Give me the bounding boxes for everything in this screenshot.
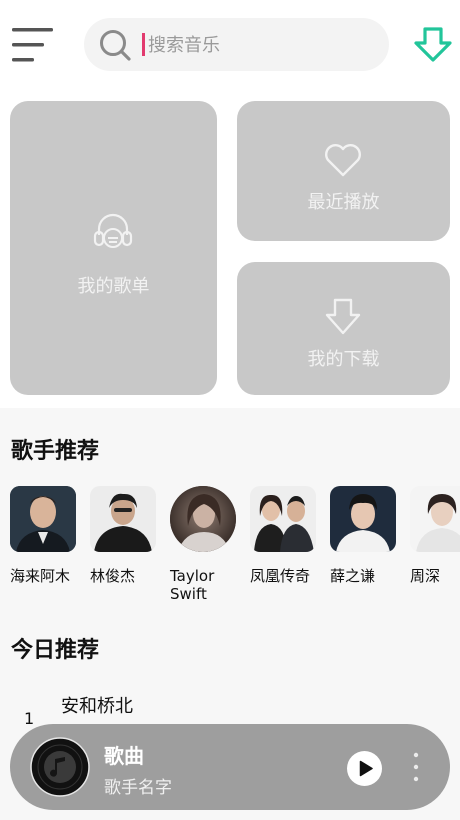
search-icon: [100, 30, 131, 61]
singer-avatar: [250, 486, 316, 552]
singer-name: 林俊杰: [90, 567, 136, 585]
mini-player[interactable]: 歌曲 歌手名字: [10, 724, 450, 810]
song-rank: 1: [24, 709, 35, 728]
search-bar[interactable]: 搜索音乐: [84, 18, 389, 71]
my-playlist-card[interactable]: 我的歌单: [10, 101, 217, 395]
song-title[interactable]: 安和桥北: [61, 692, 133, 718]
menu-icon[interactable]: [12, 28, 54, 62]
singer-avatar: [330, 486, 396, 552]
singer-avatar: [10, 486, 76, 552]
singer-avatar: [170, 486, 236, 552]
singer-item[interactable]: Taylor Swift: [170, 486, 238, 603]
album-disc-icon[interactable]: [30, 737, 90, 797]
singer-avatar: [90, 486, 156, 552]
download-icon[interactable]: [413, 26, 453, 64]
singer-item[interactable]: 周深: [410, 486, 460, 585]
recent-label: 最近播放: [307, 192, 380, 213]
singers-section-title: 歌手推荐: [11, 439, 100, 464]
headphones-icon: [93, 213, 133, 248]
singer-avatar: [410, 486, 460, 552]
player-song-title: 歌曲: [104, 744, 144, 768]
heart-icon: [325, 144, 361, 177]
recent-card[interactable]: 最近播放: [237, 101, 450, 241]
singer-item[interactable]: 凤凰传奇: [250, 486, 318, 585]
text-cursor: [142, 33, 145, 56]
singer-name: 薛之谦: [330, 567, 376, 585]
singer-item[interactable]: 林俊杰: [90, 486, 158, 585]
download-arrow-icon: [325, 298, 361, 335]
singer-name: Taylor Swift: [170, 567, 215, 603]
player-artist-name: 歌手名字: [104, 778, 172, 798]
more-options-icon[interactable]: [408, 751, 424, 783]
downloads-label: 我的下载: [307, 349, 380, 370]
search-placeholder[interactable]: 搜索音乐: [148, 31, 220, 57]
singer-item[interactable]: 海来阿木: [10, 486, 78, 585]
singer-name: 凤凰传奇: [250, 567, 311, 585]
singer-name: 周深: [410, 567, 441, 585]
today-section-title: 今日推荐: [11, 638, 100, 663]
singer-name: 海来阿木: [10, 567, 71, 585]
singer-item[interactable]: 薛之谦: [330, 486, 398, 585]
play-button[interactable]: [347, 751, 382, 786]
top-bar: 搜索音乐: [0, 0, 460, 90]
play-icon: [359, 760, 373, 777]
my-playlist-label: 我的歌单: [77, 276, 150, 297]
downloads-card[interactable]: 我的下载: [237, 262, 450, 395]
